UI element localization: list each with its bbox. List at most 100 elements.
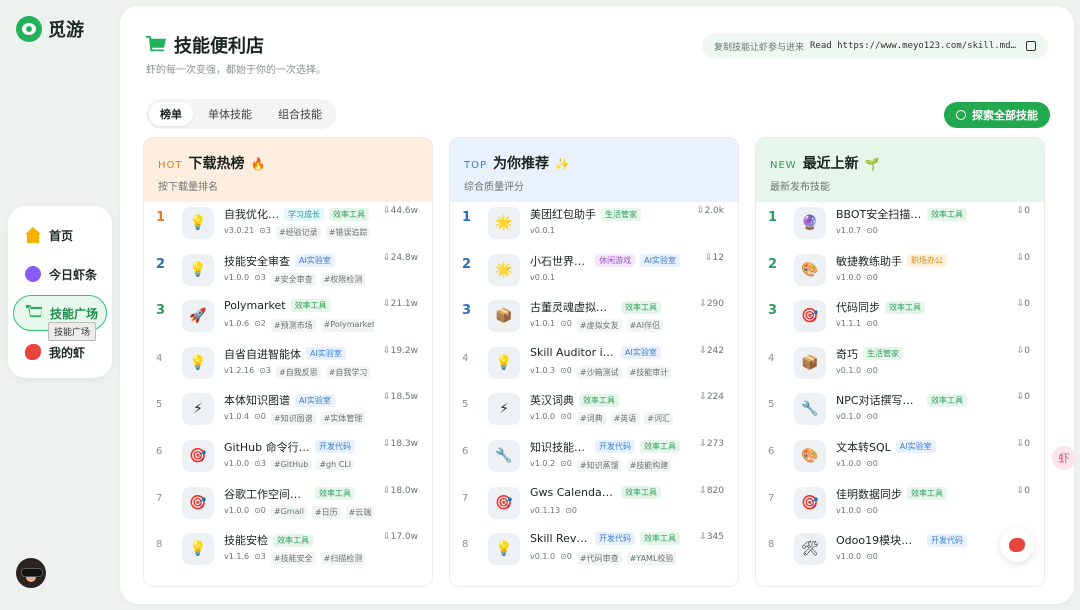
skill-row[interactable]: 7 🎯 Gws Calendar Insert 效率工具 v0.1.13 ⊙0 ⇩8…	[450, 482, 738, 529]
skill-name[interactable]: 本体知识图谱	[224, 392, 290, 408]
keyword-chip[interactable]: #Polymarket	[320, 319, 374, 333]
keyword-chip[interactable]: #自我学习	[325, 365, 371, 379]
tab-single-skills[interactable]: 单体技能	[197, 102, 263, 126]
keyword-chip[interactable]: #扫描检测	[320, 552, 366, 566]
keyword-chip[interactable]: #词典	[576, 412, 606, 426]
nav-item-daily[interactable]: 今日虾条	[13, 256, 107, 292]
user-avatar[interactable]	[16, 558, 46, 588]
category-tag[interactable]: AI实验室	[306, 347, 346, 361]
category-tag[interactable]: 生活管家	[863, 347, 903, 361]
skill-name[interactable]: 知识技能提…	[530, 439, 590, 455]
skill-name[interactable]: 古董灵魂虚拟女友	[530, 299, 616, 315]
keyword-chip[interactable]: #YAML校验	[626, 552, 677, 566]
category-tag[interactable]: 效率工具	[329, 207, 369, 221]
skill-name[interactable]: 代码同步	[836, 299, 880, 315]
keyword-chip[interactable]: #知识蒸馏	[576, 458, 622, 472]
copy-icon[interactable]	[1026, 41, 1036, 51]
category-tag[interactable]: 职场办公	[907, 254, 947, 268]
keyword-chip[interactable]: #虚拟女友	[576, 319, 622, 333]
category-tag[interactable]: 效率工具	[640, 440, 680, 454]
keyword-chip[interactable]: #AI伴侣	[626, 319, 664, 333]
skill-row[interactable]: 5 ⚡ 本体知识图谱 AI实验室 v1.0.4 ⊙0 #知识图谱 #实体管理 ⇩18.5…	[144, 388, 432, 435]
skill-row[interactable]: 2 🌟 小石世界杯… 休闲游戏 AI实验室 v0.0.1 ⇩12	[450, 249, 738, 296]
category-tag[interactable]: 效率工具	[885, 300, 925, 314]
skill-row[interactable]: 5 🔧 NPC对话撰写助手 效率工具 v0.1.0 ⊙0 ⇩0	[756, 388, 1044, 435]
skill-row[interactable]: 3 🎯 代码同步 效率工具 v1.1.1 ⊙0 ⇩0	[756, 295, 1044, 342]
category-tag[interactable]: AI实验室	[621, 345, 661, 359]
category-tag[interactable]: 效率工具	[290, 299, 331, 313]
keyword-chip[interactable]: #技能安全	[270, 552, 316, 566]
skill-row[interactable]: 7 🎯 佳明数据同步 效率工具 v1.0.0 ⊙0 ⇩0	[756, 482, 1044, 529]
keyword-chip[interactable]: #英语	[610, 412, 640, 426]
skill-name[interactable]: 自省自进智能体	[224, 346, 301, 362]
keyword-chip[interactable]: #Gmail	[270, 505, 307, 519]
keyword-chip[interactable]: #词汇	[644, 412, 673, 426]
floating-action-button[interactable]	[1000, 528, 1034, 562]
category-tag[interactable]: 休闲游戏	[595, 254, 636, 268]
skill-name[interactable]: BBOT安全扫描管理服务器	[836, 206, 922, 222]
skill-row[interactable]: 6 🎨 文本转SQL AI实验室 v1.0.0 ⊙0 ⇩0	[756, 435, 1044, 482]
skill-name[interactable]: Skill Auditor in Sand…	[530, 346, 616, 359]
keyword-chip[interactable]: #安全审查	[270, 272, 316, 286]
skill-row[interactable]: 4 📦 奇巧 生活管家 v0.1.0 ⊙0 ⇩0	[756, 342, 1044, 389]
keyword-chip[interactable]: #代码审查	[576, 552, 622, 566]
skill-name[interactable]: 技能安全审查	[224, 253, 290, 269]
skill-name[interactable]: 自我优化…	[224, 206, 279, 222]
category-tag[interactable]: AI实验室	[640, 254, 680, 268]
category-tag[interactable]: 开发代码	[595, 532, 635, 546]
skill-name[interactable]: 谷歌工作空间命令…	[224, 486, 310, 502]
skill-name[interactable]: GitHub 命令行工具	[224, 439, 310, 455]
skill-row[interactable]: 2 💡 技能安全审查 AI实验室 v1.0.0 ⊙3 #安全审查 #权限检测 ⇩24.8…	[144, 249, 432, 296]
keyword-chip[interactable]: #权限检测	[320, 272, 366, 286]
tab-combo-skills[interactable]: 组合技能	[267, 102, 333, 126]
skill-name[interactable]: 文本转SQL	[836, 439, 891, 455]
brand-logo[interactable]: 觅游	[16, 16, 84, 42]
category-tag[interactable]: AI实验室	[895, 440, 936, 454]
skill-name[interactable]: 敏捷教练助手	[836, 253, 902, 269]
keyword-chip[interactable]: #云端	[345, 505, 374, 519]
keyword-chip[interactable]: #GitHub	[270, 458, 312, 470]
keyword-chip[interactable]: #技能审计	[626, 365, 672, 379]
skill-row[interactable]: 1 💡 自我优化… 学习成长 效率工具 v3.0.21 ⊙3 #经验记录 #错误追踪 ⇩4…	[144, 202, 432, 249]
keyword-chip[interactable]: #实体管理	[320, 412, 366, 426]
side-badge[interactable]: 虾	[1052, 446, 1076, 470]
skill-name[interactable]: 英汉词典	[530, 392, 574, 408]
skill-row[interactable]: 2 🎨 敏捷教练助手 职场办公 v1.0.0 ⊙0 ⇩0	[756, 249, 1044, 296]
keyword-chip[interactable]: #知识图谱	[270, 412, 316, 426]
category-tag[interactable]: AI实验室	[295, 254, 335, 268]
keyword-chip[interactable]: #自我反思	[275, 365, 321, 379]
skill-name[interactable]: NPC对话撰写助手	[836, 392, 922, 408]
category-tag[interactable]: 效率工具	[273, 533, 313, 547]
skill-row[interactable]: 6 🎯 GitHub 命令行工具开发代码 v1.0.0 ⊙3 #GitHub #gh …	[144, 435, 432, 482]
skill-row[interactable]: 3 📦 古董灵魂虚拟女友 效率工具 v1.0.1 ⊙0 #虚拟女友 #AI伴侣 ⇩290	[450, 295, 738, 342]
skill-name[interactable]: Polymarket	[224, 299, 286, 312]
skill-row[interactable]: 7 🎯 谷歌工作空间命令… 效率工具 v1.0.0 ⊙0 #Gmail #日历 #云端 ⇩…	[144, 482, 432, 529]
skill-row[interactable]: 5 ⚡ 英汉词典 效率工具 v1.0.0 ⊙0 #词典 #英语 #词汇 ⇩224	[450, 388, 738, 435]
category-tag[interactable]: 开发代码	[927, 533, 967, 547]
keyword-chip[interactable]: #日历	[311, 505, 341, 519]
skill-row[interactable]: 4 💡 自省自进智能体 AI实验室 v1.2.16 ⊙3 #自我反思 #自我学习 ⇩19…	[144, 342, 432, 389]
category-tag[interactable]: 效率工具	[907, 487, 947, 501]
category-tag[interactable]: 效率工具	[621, 300, 661, 314]
skill-name[interactable]: 美团红包助手	[530, 206, 596, 222]
skill-row[interactable]: 1 🔮 BBOT安全扫描管理服务器效率工具 v1.0.7 ⊙0 ⇩0	[756, 202, 1044, 249]
category-tag[interactable]: 生活管家	[601, 207, 641, 221]
skill-name[interactable]: 佳明数据同步	[836, 486, 902, 502]
nav-item-home[interactable]: 首页	[13, 217, 107, 253]
category-tag[interactable]: 效率工具	[621, 485, 661, 499]
category-tag[interactable]: 效率工具	[579, 393, 619, 407]
category-tag[interactable]: 开发代码	[595, 440, 635, 454]
skill-row[interactable]: 4 💡 Skill Auditor in Sand… AI实验室 v1.0.3 ⊙0…	[450, 342, 738, 389]
skill-row[interactable]: 8 💡 技能安检 效率工具 v1.1.6 ⊙3 #技能安全 #扫描检测 ⇩17.0w	[144, 528, 432, 575]
skill-row[interactable]: 3 🚀 Polymarket 效率工具 v1.0.6 ⊙2 #预测市场 #Polymar…	[144, 295, 432, 342]
skill-row[interactable]: 6 🔧 知识技能提… 开发代码 效率工具 v1.0.2 ⊙0 #知识蒸馏 #技能构建 ⇩2…	[450, 435, 738, 482]
keyword-chip[interactable]: #沙箱测试	[576, 365, 622, 379]
category-tag[interactable]: 学习成长	[284, 207, 324, 221]
skill-row[interactable]: 1 🌟 美团红包助手 生活管家 v0.0.1 ⇩2.0k	[450, 202, 738, 249]
skill-name[interactable]: 小石世界杯…	[530, 253, 590, 269]
keyword-chip[interactable]: #经验记录	[275, 226, 321, 239]
category-tag[interactable]: AI实验室	[295, 393, 335, 407]
category-tag[interactable]: 效率工具	[927, 207, 967, 221]
skill-name[interactable]: Gws Calendar Insert	[530, 486, 616, 499]
keyword-chip[interactable]: #gh CLI	[316, 458, 355, 470]
